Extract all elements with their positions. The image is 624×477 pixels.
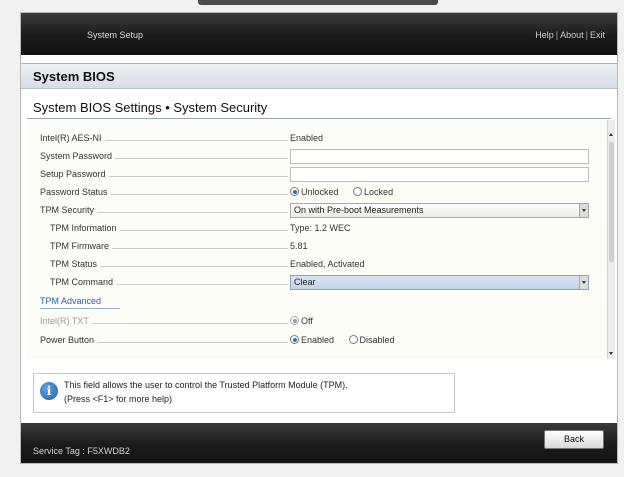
- app-title: System Setup: [87, 30, 144, 40]
- setting-label: TPM Command: [50, 277, 288, 289]
- setup-window: System Setup Help | About | Exit System BIOS…: [20, 12, 618, 464]
- setting-label: Password Status: [40, 187, 288, 199]
- setting-value: Type: 1.2 WEC: [290, 223, 351, 233]
- setting-row-tpm-status: TPM Status Enabled, Activated: [27, 256, 607, 274]
- setting-row-tpm-firmware: TPM Firmware 5.81: [27, 238, 607, 256]
- setting-row-tpm-security: TPM Security On with Pre-boot Measuremen…: [27, 202, 607, 220]
- setting-label: TPM Firmware: [50, 241, 288, 253]
- info-icon: i: [40, 382, 58, 400]
- header-links: Help | About | Exit: [535, 30, 605, 40]
- service-tag: Service Tag : F5XWDB2: [33, 446, 130, 456]
- scroll-up-icon[interactable]: [609, 133, 613, 136]
- exit-link[interactable]: Exit: [590, 30, 605, 40]
- radio-selected-icon: [290, 187, 299, 196]
- setting-row-password-status: Password Status Unlocked Locked: [27, 184, 607, 202]
- setting-value: Enabled: [290, 133, 324, 143]
- setting-value: Enabled, Activated: [290, 259, 365, 269]
- help-hint: (Press <F1> for more help): [64, 394, 173, 404]
- about-link[interactable]: About: [560, 30, 584, 40]
- back-button[interactable]: Back: [544, 430, 604, 449]
- setting-value: 5.81: [290, 241, 308, 251]
- title-divider: [27, 118, 611, 119]
- setting-row-tpm-command: TPM Command Clear: [27, 274, 607, 292]
- radio-disabled[interactable]: Disabled: [348, 335, 395, 345]
- help-text: This field allows the user to control th…: [64, 380, 348, 390]
- radio-unlocked[interactable]: Unlocked: [290, 187, 339, 197]
- settings-panel: Intel(R) AES-NI Enabled System Password …: [27, 120, 607, 359]
- radio-enabled[interactable]: Enabled: [290, 335, 334, 345]
- setting-label: TPM Status: [50, 259, 288, 271]
- radio-empty-icon: [348, 335, 358, 344]
- power-button-radios: Enabled Disabled: [290, 335, 407, 345]
- section-band: System BIOS: [21, 63, 617, 89]
- setting-label: System Password: [40, 151, 288, 163]
- setting-row-power-button: Power Button Enabled Disabled: [27, 332, 607, 350]
- radio-selected-icon: [290, 335, 299, 344]
- setting-row-intel-txt: Intel(R) TXT Off: [27, 313, 607, 331]
- top-notch: [198, 0, 438, 5]
- scroll-down-icon[interactable]: [609, 352, 613, 355]
- help-link[interactable]: Help: [535, 30, 554, 40]
- system-password-field[interactable]: [290, 149, 589, 164]
- settings-scrollbar[interactable]: [607, 120, 615, 359]
- setting-label: Power Button: [40, 335, 288, 347]
- dropdown-arrow-icon[interactable]: [579, 204, 588, 217]
- page-title: System BIOS Settings • System Security: [33, 100, 268, 115]
- setting-row-system-password: System Password: [27, 148, 607, 166]
- radio-selected-icon: [290, 316, 299, 325]
- setup-password-field[interactable]: [290, 167, 589, 182]
- dropdown-arrow-icon[interactable]: [579, 276, 588, 289]
- tpm-command-dropdown[interactable]: Clear: [290, 275, 589, 290]
- scroll-thumb[interactable]: [609, 142, 614, 262]
- setting-label: Intel(R) TXT: [40, 316, 288, 328]
- title-bar: System Setup Help | About | Exit: [21, 13, 617, 55]
- radio-empty-icon: [353, 187, 363, 196]
- help-box: i This field allows the user to control …: [33, 373, 455, 413]
- intel-txt-radio: Off: [290, 316, 325, 326]
- setting-label: Intel(R) AES-NI: [40, 133, 288, 145]
- tpm-advanced-link[interactable]: TPM Advanced: [40, 296, 101, 306]
- setting-row-aes-ni: Intel(R) AES-NI Enabled: [27, 130, 607, 148]
- footer-bar: Service Tag : F5XWDB2 Back: [21, 423, 617, 463]
- tpm-security-dropdown[interactable]: On with Pre-boot Measurements: [290, 203, 589, 218]
- password-status-radios: Unlocked Locked: [290, 187, 405, 197]
- link-underline: [40, 308, 120, 309]
- setting-row-tpm-information: TPM Information Type: 1.2 WEC: [27, 220, 607, 238]
- setting-label: Setup Password: [40, 169, 288, 181]
- setting-label: TPM Information: [50, 223, 288, 235]
- section-title: System BIOS: [33, 69, 115, 84]
- radio-off: Off: [290, 316, 313, 326]
- setting-row-tpm-advanced: TPM Advanced: [27, 293, 607, 311]
- setting-row-setup-password: Setup Password: [27, 166, 607, 184]
- radio-locked[interactable]: Locked: [353, 187, 393, 197]
- setting-label: TPM Security: [40, 205, 288, 217]
